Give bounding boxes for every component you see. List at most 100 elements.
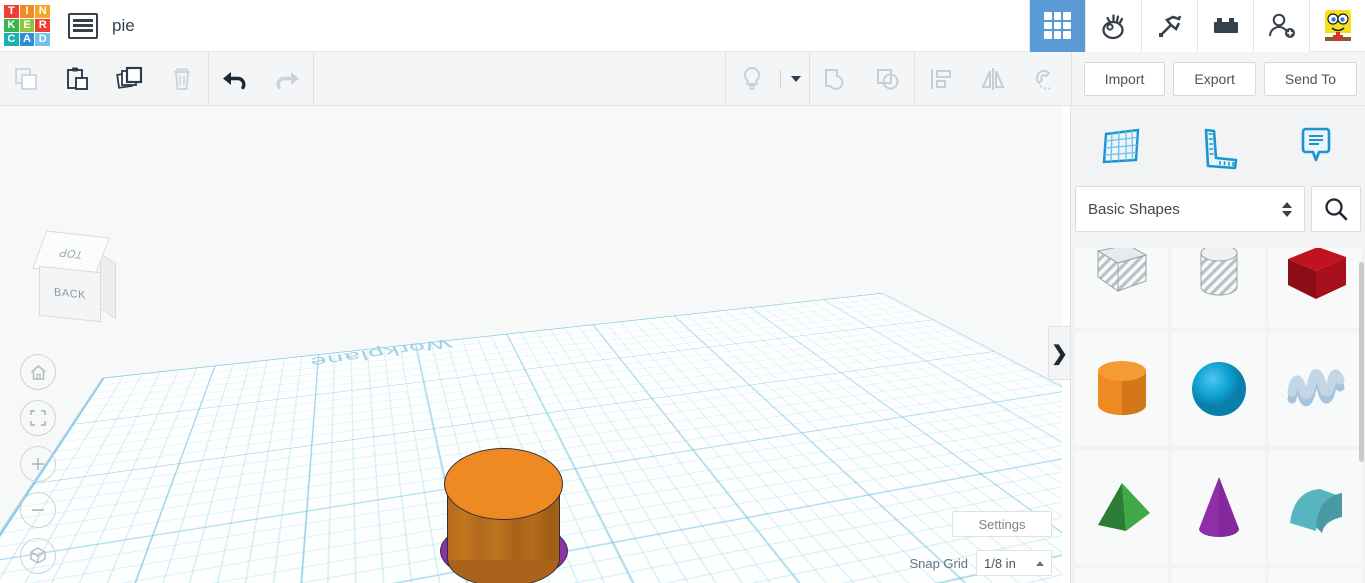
note-bubble-icon — [1301, 127, 1331, 162]
delete-button[interactable] — [156, 52, 208, 106]
3d-viewport[interactable]: Workplane TOP BACK Settings Snap Grid 1/… — [0, 106, 1062, 583]
shape-category-value: Basic Shapes — [1088, 200, 1180, 218]
ruler-tool-button[interactable] — [1169, 120, 1267, 172]
view-cube-top-label: TOP — [57, 245, 85, 261]
shape-item-roof[interactable] — [1269, 450, 1362, 564]
view-cube[interactable]: TOP BACK — [32, 228, 116, 324]
lightbulb-dropdown[interactable] — [783, 52, 809, 106]
tab-3d-design[interactable] — [1029, 0, 1085, 52]
zoom-in-button[interactable] — [20, 446, 56, 482]
shape-category-select[interactable]: Basic Shapes — [1075, 186, 1305, 232]
pie-model[interactable] — [418, 436, 598, 583]
logo-tile-r: R — [35, 18, 50, 33]
snap-button[interactable] — [1019, 52, 1071, 106]
logo-tile-i: I — [19, 4, 35, 18]
paste-icon — [67, 67, 88, 90]
shape-item-cylinder[interactable] — [1075, 332, 1168, 446]
header-tabs — [1029, 0, 1365, 52]
tab-minecraft[interactable] — [1141, 0, 1197, 52]
mirror-button[interactable] — [967, 52, 1019, 106]
lightbulb-button[interactable] — [726, 52, 778, 106]
send-to-button[interactable]: Send To — [1263, 61, 1357, 96]
home-view-button[interactable] — [20, 354, 56, 390]
export-button[interactable]: Export — [1173, 61, 1256, 96]
shape-item-red-box[interactable] — [1269, 248, 1362, 328]
document-list-icon[interactable] — [68, 12, 98, 39]
shape-item-hole-box[interactable] — [1075, 248, 1168, 328]
ruler-icon — [1204, 128, 1238, 170]
codeblocks-icon — [1101, 13, 1124, 39]
cube-projection-icon — [30, 547, 46, 564]
shape-grid-scrollbar[interactable] — [1359, 262, 1364, 462]
shape-item-hole-cylinder[interactable] — [1172, 248, 1265, 328]
align-icon — [930, 68, 951, 89]
search-icon — [1325, 198, 1348, 221]
redo-button[interactable] — [261, 52, 313, 106]
spinner-icon — [1282, 201, 1292, 217]
logo-tile-k: K — [4, 18, 19, 33]
shape-item-yellow-pyramid[interactable] — [1269, 568, 1362, 583]
trash-icon — [174, 68, 190, 90]
logo-tile-c: C — [4, 33, 19, 47]
model-cylinder-top — [444, 448, 563, 520]
edit-tools — [0, 52, 208, 106]
toolbar-divider-2 — [313, 51, 314, 106]
shape-item-wedge[interactable] — [1172, 568, 1265, 583]
redo-arrow-icon — [276, 71, 299, 89]
shape-item-text[interactable]: TEXT — [1075, 568, 1168, 583]
logo-tile-n: N — [35, 4, 50, 18]
logo-tile-e: E — [19, 18, 35, 33]
notes-tool-button[interactable] — [1267, 120, 1365, 172]
ungroup-button[interactable] — [862, 52, 914, 106]
lego-brick-icon — [1213, 17, 1238, 33]
workplane-grid-icon — [1102, 128, 1140, 164]
panel-collapse-button[interactable]: ❯ — [1048, 326, 1070, 380]
shape-item-scribble[interactable] — [1269, 332, 1362, 446]
grid-icon — [1044, 12, 1071, 39]
avatar[interactable] — [1309, 0, 1365, 52]
paste-button[interactable] — [52, 52, 104, 106]
fit-view-button[interactable] — [20, 400, 56, 436]
logo-tile-t: T — [4, 4, 19, 18]
view-cube-front-face[interactable]: BACK — [39, 265, 101, 323]
logo-tile-a: A — [19, 33, 35, 47]
import-button[interactable]: Import — [1083, 61, 1166, 96]
home-icon — [30, 364, 46, 380]
panel-tool-icons — [1071, 106, 1365, 186]
copy-button[interactable] — [0, 52, 52, 106]
duplicate-button[interactable] — [104, 52, 156, 106]
shape-cells: TEXT — [1075, 248, 1362, 583]
shape-category-row: Basic Shapes — [1071, 186, 1365, 232]
align-button[interactable] — [915, 52, 967, 106]
spongebob-avatar — [1324, 9, 1351, 41]
mirror-icon — [981, 67, 1005, 90]
lightbulb-icon — [743, 66, 760, 89]
copy-icon — [15, 67, 37, 90]
tinkercad-logo[interactable]: TIN KER CAD — [4, 4, 50, 47]
lightbulb-divider — [779, 69, 781, 88]
tab-codeblocks[interactable] — [1085, 0, 1141, 52]
view-cube-side-face[interactable] — [100, 252, 116, 320]
zoom-out-button[interactable] — [20, 492, 56, 528]
chevron-down-icon — [790, 75, 801, 82]
ungroup-icon — [876, 68, 899, 89]
projection-toggle-button[interactable] — [20, 538, 56, 574]
fit-frame-icon — [30, 410, 46, 426]
shape-library-grid[interactable]: TEXT — [1071, 248, 1365, 583]
group-button[interactable] — [810, 52, 862, 106]
pickaxe-icon — [1158, 15, 1181, 37]
tab-bricks[interactable] — [1197, 0, 1253, 52]
snap-grid-select[interactable]: 1/8 in — [976, 550, 1052, 576]
shape-item-pyramid[interactable] — [1075, 450, 1168, 564]
shape-item-sphere[interactable] — [1172, 332, 1265, 446]
shape-item-cone[interactable] — [1172, 450, 1265, 564]
view-cube-front-label: BACK — [54, 286, 86, 302]
workplane-wrapper: Workplane — [0, 106, 1062, 583]
snap-grid-label: Snap Grid — [909, 555, 968, 571]
tab-invite[interactable] — [1253, 0, 1309, 52]
shape-search-button[interactable] — [1311, 186, 1361, 232]
panel-actions: Import Export Send To — [1072, 52, 1365, 106]
undo-button[interactable] — [209, 52, 261, 106]
workplane-tool-button[interactable] — [1071, 120, 1169, 172]
settings-button[interactable]: Settings — [952, 511, 1052, 537]
